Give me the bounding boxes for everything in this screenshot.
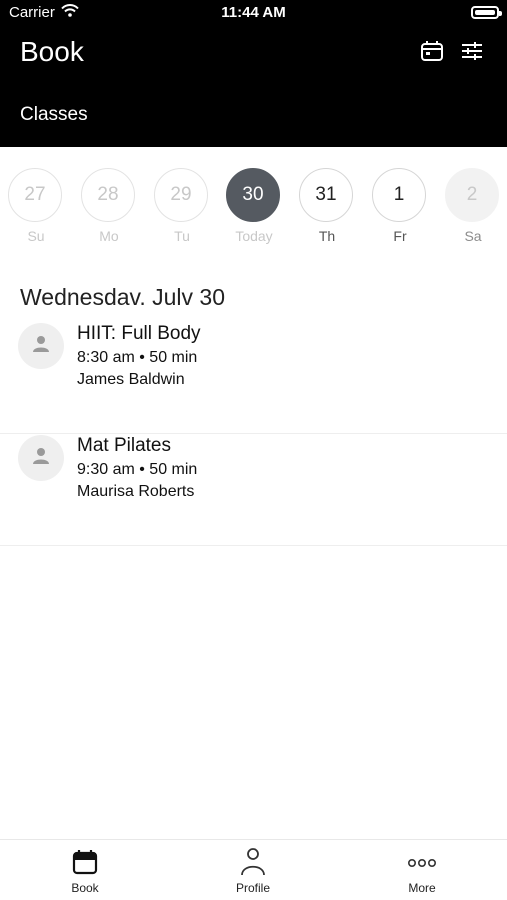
person-icon [240,847,266,882]
day-label: Today [235,228,273,244]
tab-book[interactable]: Book [25,848,145,895]
day-sa[interactable]: 2 Sa [445,168,501,244]
avatar [18,435,64,481]
tab-bar: Book Profile More [0,839,507,900]
day-su[interactable]: 27 Su [8,168,64,244]
class-teacher: James Baldwin [77,371,185,388]
class-name: HIIT: Full Body [77,323,201,344]
class-list-item[interactable]: HIIT: Full Body 8:30 am • 50 min James B… [0,323,507,434]
class-list-item[interactable]: Mat Pilates 9:30 am • 50 min Maurisa Rob… [0,435,507,546]
day-number: 28 [81,168,135,222]
header: Carrier 11:44 AM Book Classes [0,0,507,147]
day-number: 29 [154,168,208,222]
tab-label: Profile [235,881,270,895]
page-title: Book [20,36,84,67]
person-icon [31,334,51,359]
day-number: 1 [372,168,426,222]
day-th[interactable]: 31 Th [299,168,355,244]
day-label: Tu [174,228,190,244]
class-details: Mat Pilates 9:30 am • 50 min Maurisa Rob… [77,435,197,501]
day-tu[interactable]: 29 Tu [154,168,210,244]
more-dots-icon [407,855,437,873]
day-label: Fr [393,228,407,244]
calendar-icon [72,849,98,880]
day-today[interactable]: 30 Today [226,168,282,244]
day-number: 2 [445,168,499,222]
day-label: Sa [464,228,482,244]
day-label: Su [27,228,45,244]
person-icon [31,446,51,471]
class-time: 8:30 am • 50 min [77,349,198,366]
day-number: 31 [299,168,353,222]
day-picker: 27 Su 28 Mo 29 Tu 30 Today 31 Th 1 Fr 2 … [0,168,507,258]
calendar-button[interactable] [419,40,445,66]
sliders-icon [460,40,484,67]
tab-more[interactable]: More [362,848,482,895]
day-fr[interactable]: 1 Fr [372,168,428,244]
header-actions [419,40,485,66]
class-details: HIIT: Full Body 8:30 am • 50 min James B… [77,323,201,389]
calendar-icon [420,40,444,67]
clock: 11:44 AM [221,4,286,21]
class-teacher: Maurisa Roberts [77,483,195,500]
day-label: Th [318,228,336,244]
day-mo[interactable]: 28 Mo [81,168,137,244]
day-number: 30 [226,168,280,222]
class-name: Mat Pilates [77,435,171,456]
day-number: 27 [8,168,62,222]
tab-profile[interactable]: Profile [193,847,313,895]
battery-icon [471,6,502,19]
status-bar: Carrier 11:44 AM [0,0,507,26]
tab-label: More [408,881,436,895]
tab-label: Book [71,881,99,895]
date-heading: Wednesdav. Julv 30 [20,284,225,310]
avatar [18,323,64,369]
day-label: Mo [99,228,119,244]
section-label: Classes [20,104,88,125]
class-time: 9:30 am • 50 min [77,461,198,478]
filter-button[interactable] [459,40,485,66]
